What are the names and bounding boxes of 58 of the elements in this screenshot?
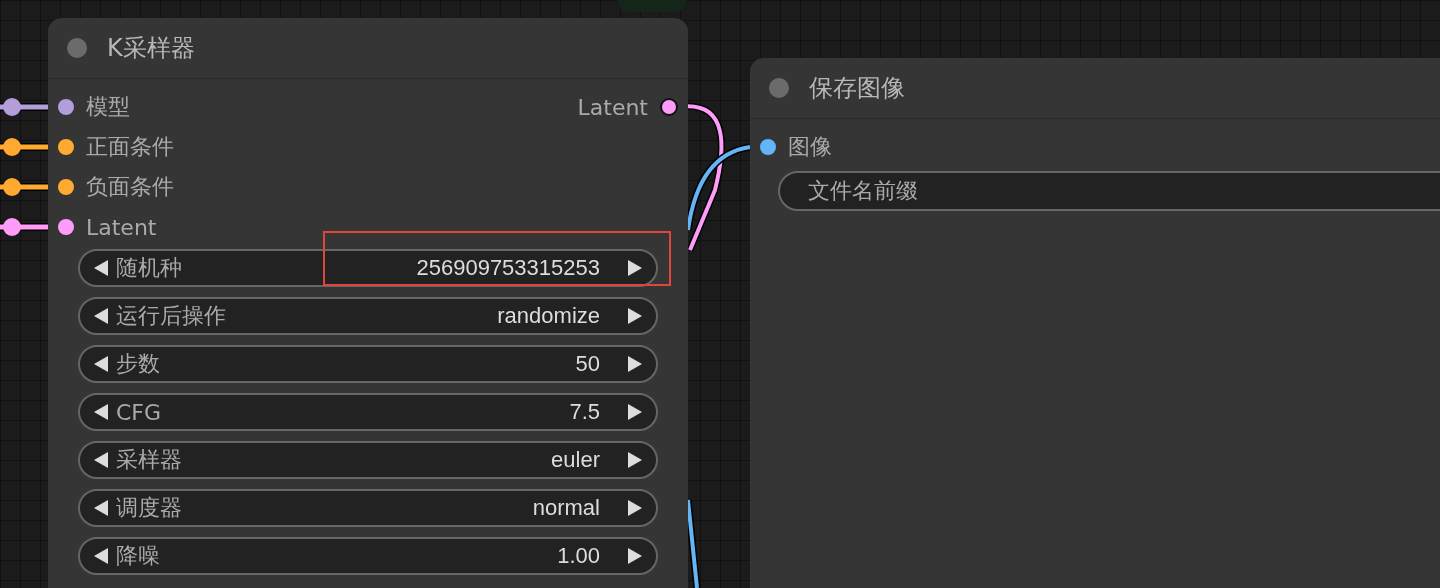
left-arrow-icon[interactable] [92, 307, 110, 325]
input-dot[interactable] [58, 99, 74, 115]
combo-widget[interactable]: 调度器 normal [78, 489, 658, 527]
input-dot[interactable] [760, 139, 776, 155]
wire [0, 178, 48, 196]
input-label: 图像 [788, 133, 832, 161]
wire [0, 98, 48, 116]
left-arrow-icon[interactable] [92, 547, 110, 565]
input-dot[interactable] [58, 179, 74, 195]
input-label: 负面条件 [86, 173, 174, 201]
widget-label: CFG [116, 399, 162, 425]
right-arrow-icon[interactable] [626, 355, 644, 373]
widget-value: euler [551, 447, 600, 473]
input-label: Latent [86, 214, 157, 240]
status-dot[interactable] [769, 78, 789, 98]
number-widget[interactable]: 步数 50 [78, 345, 658, 383]
text-field[interactable]: 文件名前缀 [778, 171, 1440, 211]
wire [0, 138, 48, 156]
left-arrow-icon[interactable] [92, 499, 110, 517]
widget-label: 采样器 [116, 446, 182, 474]
node-title: K采样器 [107, 33, 195, 64]
right-arrow-icon[interactable] [626, 451, 644, 469]
widget-value: normal [532, 495, 600, 521]
left-arrow-icon[interactable] [92, 259, 110, 277]
status-dot[interactable] [67, 38, 87, 58]
right-arrow-icon[interactable] [626, 403, 644, 421]
right-arrow-icon[interactable] [626, 307, 644, 325]
widget-label: 降噪 [116, 542, 160, 570]
number-widget[interactable]: CFG 7.5 [78, 393, 658, 431]
left-arrow-icon[interactable] [92, 451, 110, 469]
widget-label: 调度器 [116, 494, 182, 522]
node-panel[interactable]: 保存图像 图像 文件名前缀 [750, 58, 1440, 588]
input-dot[interactable] [58, 219, 74, 235]
widget-value: 50 [575, 351, 600, 377]
input-label: 正面条件 [86, 133, 174, 161]
left-arrow-icon[interactable] [92, 355, 110, 373]
right-arrow-icon[interactable] [626, 547, 644, 565]
combo-widget[interactable]: 采样器 euler [78, 441, 658, 479]
node-title: 保存图像 [809, 73, 905, 104]
widget-label: 步数 [116, 350, 160, 378]
widget-value: 7.5 [569, 399, 600, 425]
widget-value: 256909753315253 [416, 255, 600, 281]
widget-label: 运行后操作 [116, 302, 226, 330]
number-widget[interactable]: 降噪 1.00 [78, 537, 658, 575]
output-dot[interactable] [660, 98, 678, 116]
widget-value: randomize [497, 303, 600, 329]
input-dot[interactable] [58, 139, 74, 155]
node-panel[interactable]: K采样器 模型 正面条件 负面条件 Latent Latent 随机种 256909753315253 运行后操作 randomize 步数 50 CFG 7.5 采样器 euler 调度器 normal 降噪 1.00 [48, 18, 688, 588]
widget-value: 1.00 [557, 543, 600, 569]
output-label: Latent [577, 94, 648, 120]
right-arrow-icon[interactable] [626, 499, 644, 517]
input-label: 模型 [86, 93, 130, 121]
widget-label: 随机种 [116, 254, 182, 282]
combo-widget[interactable]: 运行后操作 randomize [78, 297, 658, 335]
left-arrow-icon[interactable] [92, 403, 110, 421]
number-widget[interactable]: 随机种 256909753315253 [78, 249, 658, 287]
wire [0, 218, 48, 236]
right-arrow-icon[interactable] [626, 259, 644, 277]
